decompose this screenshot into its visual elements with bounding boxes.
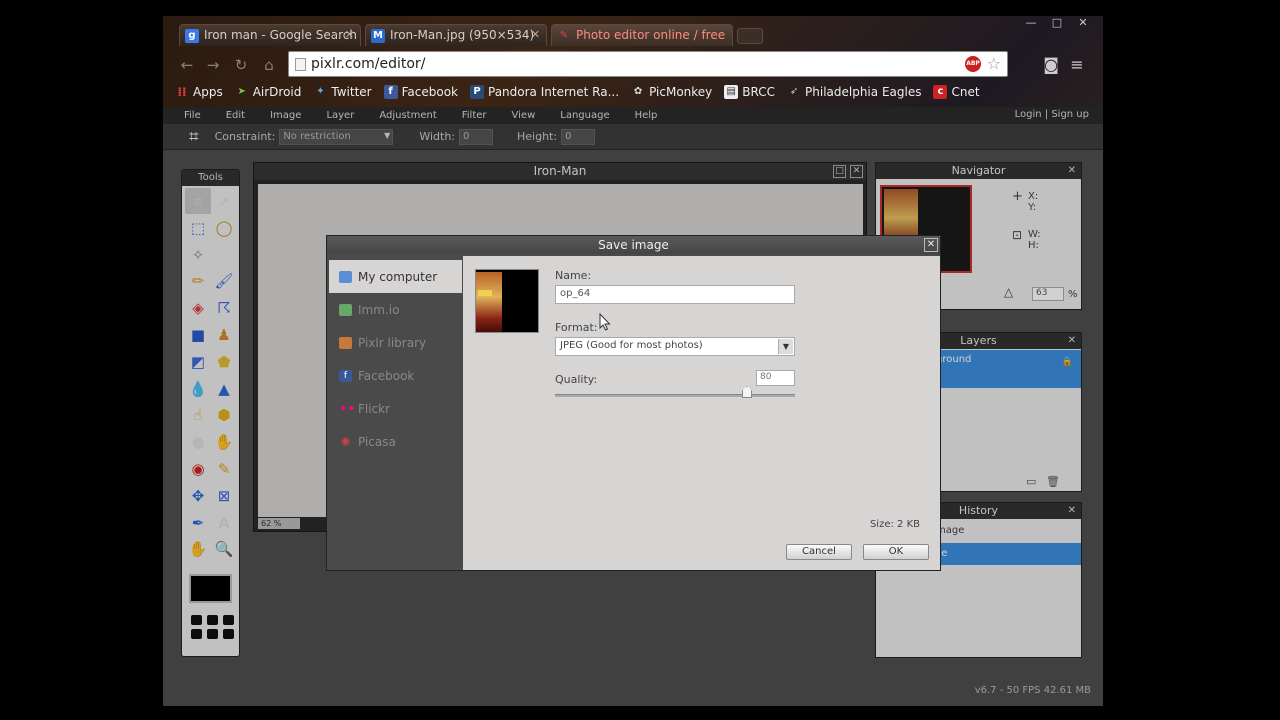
new-tab-button[interactable] <box>737 28 763 44</box>
save-destination-list: My computer Imm.io Pixlr library f Facebo… <box>329 260 462 568</box>
close-dialog-icon[interactable]: ✕ <box>924 238 938 252</box>
bookmark-eagles[interactable]: ➶ Philadelphia Eagles <box>787 82 922 102</box>
destination-immio[interactable]: Imm.io <box>329 293 462 326</box>
facebook-icon: f <box>339 369 352 382</box>
format-value: JPEG (Good for most photos) <box>560 340 703 351</box>
twitter-icon: ✦ <box>316 86 325 97</box>
home-icon[interactable]: ⌂ <box>259 55 279 75</box>
bookmark-label: PicMonkey <box>649 85 713 99</box>
browser-window: — □ ✕ g Iron man - Google Search ✕ M Iro… <box>163 16 1103 706</box>
quality-label: Quality: <box>555 373 598 386</box>
brcc-icon: ▤ <box>724 85 739 99</box>
destination-label: Facebook <box>358 368 415 383</box>
close-tab-icon[interactable]: ✕ <box>531 28 540 41</box>
quality-slider-handle[interactable] <box>742 386 752 398</box>
destination-label: Imm.io <box>358 302 400 317</box>
bookmark-label: Twitter <box>331 85 372 99</box>
reload-icon[interactable]: ↻ <box>231 55 251 75</box>
bookmark-label: AirDroid <box>252 85 302 99</box>
forward-icon[interactable]: → <box>203 55 223 75</box>
bookmark-picmonkey[interactable]: ✿ PicMonkey <box>631 82 712 102</box>
mouse-cursor-icon <box>599 313 611 331</box>
picmonkey-icon: ✿ <box>633 86 643 97</box>
bookmark-label: Facebook <box>401 85 458 99</box>
picasa-icon: ✺ <box>340 434 351 449</box>
page-icon <box>295 58 306 71</box>
eagles-icon: ➶ <box>789 86 799 97</box>
tab-label: Iron man - Google Search <box>204 28 357 42</box>
tab-google-search[interactable]: g Iron man - Google Search ✕ <box>179 24 361 46</box>
google-favicon-icon: g <box>185 29 199 43</box>
filename-input[interactable]: op_64 <box>555 285 795 304</box>
destination-facebook[interactable]: f Facebook <box>329 359 462 392</box>
immio-icon <box>339 303 352 316</box>
dialog-titlebar: Save image ✕ <box>327 236 940 254</box>
format-select[interactable]: JPEG (Good for most photos) ▼ <box>555 337 795 356</box>
cnet-icon: c <box>933 85 948 99</box>
file-size-label: Size: 2 KB <box>869 519 920 530</box>
bookmark-airdroid[interactable]: ➤ AirDroid <box>235 82 302 102</box>
bookmark-label: Cnet <box>951 85 980 99</box>
ok-button[interactable]: OK <box>863 544 929 560</box>
computer-icon <box>339 270 352 283</box>
bookmarks-bar: ⁞⁞ Apps ➤ AirDroid ✦ Twitter f Facebook P Pan… <box>175 82 980 102</box>
pixlr-editor: File Edit Image Layer Adjustment Filter … <box>163 107 1103 706</box>
image-preview <box>475 269 539 333</box>
destination-my-computer[interactable]: My computer <box>329 260 462 293</box>
bookmark-pandora[interactable]: P Pandora Internet Ra... <box>470 82 619 102</box>
minimize-button[interactable]: — <box>1019 16 1043 30</box>
destination-label: My computer <box>358 269 438 284</box>
bookmark-label: BRCC <box>742 85 776 99</box>
save-image-dialog: Save image ✕ My computer Imm.io Pixlr li… <box>326 235 941 571</box>
camera-extension-icon[interactable]: ◙ <box>1041 55 1061 75</box>
name-label: Name: <box>555 269 592 282</box>
facebook-icon: f <box>383 85 398 99</box>
quality-slider-track[interactable] <box>555 394 795 397</box>
bookmark-label: Apps <box>193 85 223 99</box>
bookmark-label: Philadelphia Eagles <box>805 85 922 99</box>
destination-picasa[interactable]: ✺ Picasa <box>329 425 462 458</box>
bookmark-brcc[interactable]: ▤ BRCC <box>724 82 775 102</box>
close-window-button[interactable]: ✕ <box>1071 16 1095 30</box>
destination-label: Pixlr library <box>358 335 427 350</box>
adblock-icon[interactable]: ABP <box>965 56 981 72</box>
destination-flickr[interactable]: •• Flickr <box>329 392 462 425</box>
flickr-icon: •• <box>339 400 356 417</box>
cancel-button[interactable]: Cancel <box>786 544 852 560</box>
close-tab-icon[interactable]: ✕ <box>345 28 354 41</box>
apps-icon: ⁞⁞ <box>177 85 187 99</box>
window-controls: — □ ✕ <box>1019 16 1095 30</box>
format-label: Format: <box>555 321 598 334</box>
maximize-button[interactable]: □ <box>1045 16 1069 30</box>
pixlr-favicon-icon: ✎ <box>559 30 569 41</box>
airdroid-icon: ➤ <box>237 86 246 97</box>
dialog-title: Save image <box>598 238 669 252</box>
tab-strip: g Iron man - Google Search ✕ M Iron-Man.… <box>179 24 763 46</box>
tab-label: Iron-Man.jpg (950×534) <box>390 28 535 42</box>
bookmark-label: Pandora Internet Ra... <box>488 85 620 99</box>
destination-label: Flickr <box>358 401 391 416</box>
address-bar[interactable]: pixlr.com/editor/ ABP ☆ <box>288 51 1008 77</box>
tab-iron-man-image[interactable]: M Iron-Man.jpg (950×534) ✕ <box>365 24 547 46</box>
bookmark-apps[interactable]: ⁞⁞ Apps <box>175 82 223 102</box>
browser-toolbar: ← → ↻ ⌂ pixlr.com/editor/ ABP ☆ ◙ ≡ <box>163 48 1103 80</box>
destination-label: Picasa <box>358 434 396 449</box>
destination-pixlr-library[interactable]: Pixlr library <box>329 326 462 359</box>
url-text: pixlr.com/editor/ <box>311 56 426 72</box>
save-form: Name: op_64 Format: JPEG (Good for most … <box>463 256 940 570</box>
back-icon[interactable]: ← <box>177 55 197 75</box>
tab-label: Photo editor online / free <box>576 28 726 42</box>
image-favicon-icon: M <box>371 29 385 43</box>
bookmark-star-icon[interactable]: ☆ <box>987 54 1001 73</box>
bookmark-twitter[interactable]: ✦ Twitter <box>313 82 371 102</box>
chevron-down-icon: ▼ <box>778 339 793 354</box>
pandora-icon: P <box>470 85 484 99</box>
quality-input[interactable]: 80 <box>756 370 795 386</box>
bookmark-facebook[interactable]: f Facebook <box>383 82 458 102</box>
bookmark-cnet[interactable]: c Cnet <box>933 82 980 102</box>
library-icon <box>339 336 352 349</box>
tab-pixlr-editor[interactable]: ✎ Photo editor online / free <box>551 24 733 46</box>
menu-icon[interactable]: ≡ <box>1067 55 1087 75</box>
